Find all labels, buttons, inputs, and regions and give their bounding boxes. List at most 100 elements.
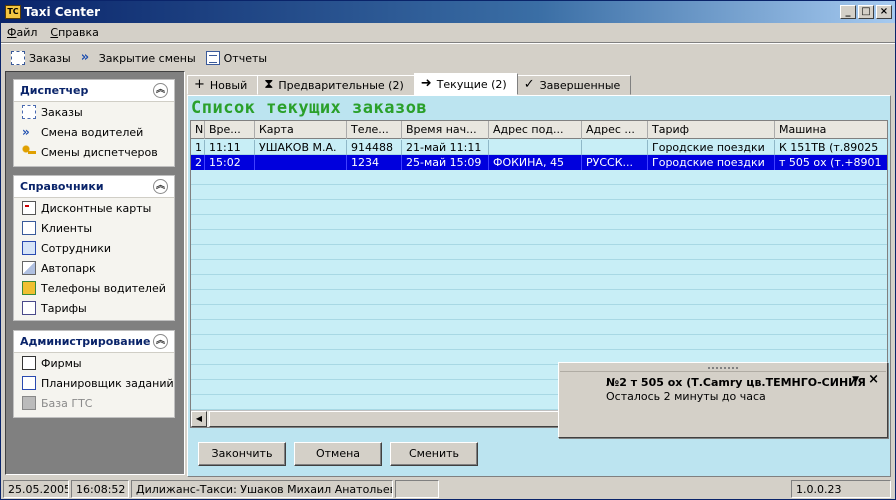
sidebar-item-driver-phones[interactable]: Телефоны водителей [14,278,174,298]
sidebar-item-orders[interactable]: Заказы [14,102,174,122]
menu-file[interactable]: Файл [7,26,37,39]
status-date: 25.05.2005 [3,479,69,498]
admin-group-header[interactable]: Администрирование ︽ [14,331,174,353]
table-cell [582,140,648,155]
column-header[interactable]: Тариф [648,121,775,139]
sidebar-item-tariffs[interactable]: Тарифы [14,298,174,318]
table-cell [255,155,347,170]
finish-button[interactable]: Закончить [198,442,286,466]
table-row-selected[interactable]: 2 15:02 1234 25-май 15:09 ФОКИНА, 45 РУС… [191,155,887,170]
sidebar: Диспетчер ︽ Заказы » Смена водителей Сме… [5,71,185,475]
table-cell: ФОКИНА, 45 [489,155,582,170]
sidebar-item-discount-cards[interactable]: Дисконтные карты [14,198,174,218]
sidebar-item-driver-shift[interactable]: » Смена водителей [14,122,174,142]
table-cell: 21-май 11:11 [402,140,489,155]
references-group-header[interactable]: Справочники ︽ [14,176,174,198]
toolbar-orders-label: Заказы [29,51,71,65]
clients-icon [22,221,36,235]
change-button[interactable]: Сменить [390,442,478,466]
toolbar-shift-close-button[interactable]: » Закрытие смены [81,51,196,65]
table-cell: 1 [191,140,205,155]
close-icon[interactable]: × [876,5,892,19]
check-icon: ✓ [523,77,535,92]
collapse-icon[interactable]: ︽ [153,334,168,349]
main-area: + Новый ⧗ Предварительные (2) ➜ Текущие … [187,71,891,477]
toolbar-orders-button[interactable]: Заказы [11,51,71,65]
staff-icon [22,241,36,255]
dropdown-arrow-icon[interactable]: ▼ [852,375,859,385]
maximize-icon[interactable]: □ [858,5,874,19]
window-title: Taxi Center [24,5,101,19]
column-header[interactable]: Машина [775,121,887,139]
sidebar-item-firms[interactable]: Фирмы [14,353,174,373]
double-arrow-icon: » [80,50,89,65]
sidebar-item-label: Телефоны водителей [41,281,166,295]
sidebar-item-label: Планировщик заданий [41,376,174,390]
scroll-left-icon[interactable]: ◀ [191,411,207,427]
arrow-right-icon: ➜ [420,76,432,91]
firm-icon [22,356,36,370]
column-header[interactable]: N [191,121,205,139]
table-cell: Городские поездки [648,140,775,155]
table-cell: РУССК... [582,155,648,170]
list-title: Список текущих заказов [191,98,428,118]
menu-help[interactable]: Справка [50,26,98,39]
close-icon[interactable]: × [868,372,879,387]
table-cell [489,140,582,155]
drag-grip[interactable] [560,364,886,372]
table-cell: Городские поездки [648,155,775,170]
sidebar-item-label: Смены диспетчеров [41,145,158,159]
sidebar-item-scheduler[interactable]: Планировщик заданий [14,373,174,393]
sidebar-item-label: Заказы [41,105,83,119]
toolbar-reports-button[interactable]: Отчеты [205,51,267,65]
orders-icon [22,105,36,119]
table-cell: 25-май 15:09 [402,155,489,170]
menu-bar: Файл Справка [1,23,895,42]
tab-completed[interactable]: ✓ Завершенные [516,75,632,95]
minimize-icon[interactable]: _ [840,5,856,19]
sidebar-item-staff[interactable]: Сотрудники [14,238,174,258]
table-cell: 11:11 [205,140,255,155]
tab-label: Предварительные (2) [278,78,404,92]
status-bar: 25.05.2005 16:08:52 Дилижанс-Такси: Ушак… [1,478,895,499]
tab-new[interactable]: + Новый [187,75,259,95]
key-icon [22,145,36,159]
window-controls: _ □ × [840,5,892,19]
collapse-icon[interactable]: ︽ [153,179,168,194]
references-group: Справочники ︽ Дисконтные карты Клиенты С… [13,175,175,321]
sidebar-item-fleet[interactable]: Автопарк [14,258,174,278]
collapse-icon[interactable]: ︽ [153,83,168,98]
toolbar-shift-close-label: Закрытие смены [98,51,196,65]
column-header[interactable]: Карта [255,121,347,139]
admin-group-title: Администрирование [20,335,151,348]
status-time: 16:08:52 [71,479,129,498]
status-spacer [441,480,789,498]
table-row[interactable]: 1 11:11 УШАКОВ М.А. 914488 21-май 11:11 … [191,140,885,155]
hourglass-icon: ⧗ [264,77,274,92]
tab-preliminary[interactable]: ⧗ Предварительные (2) [257,75,415,95]
phone-icon [22,281,36,295]
sidebar-item-dispatcher-shifts[interactable]: Смены диспетчеров [14,142,174,162]
tab-strip: + Новый ⧗ Предварительные (2) ➜ Текущие … [187,73,632,95]
fleet-icon [22,261,36,275]
column-header[interactable]: Время нач... [402,121,489,139]
column-header[interactable]: Адрес под... [489,121,582,139]
table-cell: т 505 ох (т.+8901 [779,156,882,169]
table-cell: 2 [191,155,205,170]
dispatcher-group-header[interactable]: Диспетчер ︽ [14,80,174,102]
sidebar-item-label: Дисконтные карты [41,201,152,215]
column-header[interactable]: Адрес ... [582,121,648,139]
sidebar-item-clients[interactable]: Клиенты [14,218,174,238]
table-cell: 15:02 [205,155,255,170]
notification-popup[interactable]: №2 т 505 ох (Т.Camry цв.ТЕМНГО-СИНИЯ Ост… [558,362,888,438]
sidebar-item-label: Смена водителей [41,125,144,139]
column-header[interactable]: Теле... [347,121,402,139]
tab-current[interactable]: ➜ Текущие (2) [413,73,518,95]
tariff-icon [22,301,36,315]
app-window: TC Taxi Center _ □ × Файл Справка Заказы… [0,0,896,500]
reports-icon [205,51,220,65]
menu-separator [1,42,895,44]
cancel-button[interactable]: Отмена [294,442,382,466]
sidebar-item-label: Фирмы [41,356,82,370]
column-header[interactable]: Вре... [205,121,255,139]
